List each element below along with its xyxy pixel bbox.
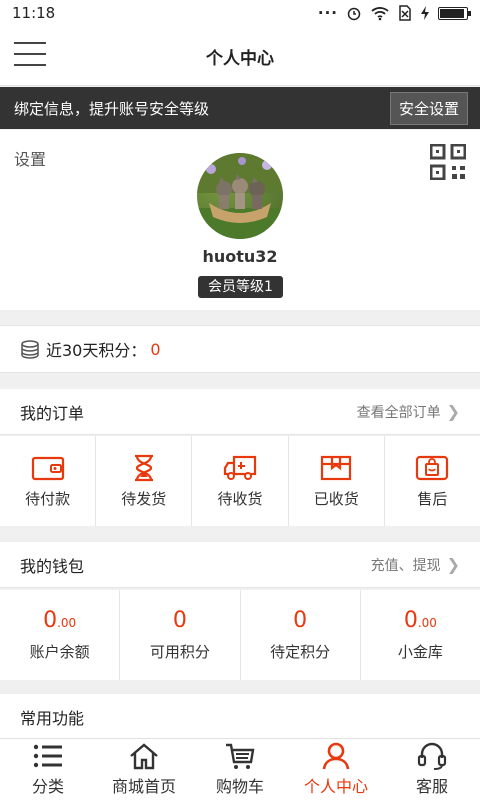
page-title: 个人中心 [206,49,274,69]
wallet-icon [31,456,64,480]
nav-cart[interactable]: 购物车 [192,739,288,800]
battery-icon [438,6,471,20]
list-icon [33,744,62,768]
person-icon [322,742,350,770]
bottom-nav: 分类 商城首页 购物车 个人中心 客服 [0,738,480,800]
recharge-withdraw-link[interactable]: 充值、提现 ❯ [371,555,460,575]
common-functions-title: 常用功能 [20,709,85,728]
order-after-sales[interactable]: 售后 [385,436,480,526]
security-settings-button[interactable]: 安全设置 [389,91,468,125]
orders-header: 我的订单 查看全部订单 ❯ [0,389,480,435]
nav-label: 购物车 [215,777,264,796]
wallet-pending-points[interactable]: 0 待定积分 [241,590,361,680]
coins-icon [21,340,39,359]
wallet-grid: 0.00 账户余额 0 可用积分 0 待定积分 0.00 小金库 [0,590,480,680]
settings-link[interactable]: 设置 [14,146,46,170]
nav-label: 商城首页 [111,777,176,796]
wallet-value: 0 [293,608,308,633]
status-time: 11:18 [12,4,56,22]
hourglass-icon [134,454,153,481]
nav-home[interactable]: 商城首页 [96,739,192,800]
orders-title: 我的订单 [20,403,85,423]
common-functions-header: 常用功能 [0,694,480,740]
order-status-label: 待收货 [217,489,263,508]
order-status-grid: 待付款 待发货 待收货 已收货 售后 [0,436,480,526]
security-banner-text: 绑定信息，提升账号安全等级 [14,99,210,118]
points-row[interactable]: 近30天积分： 0 [0,325,480,373]
points-label: 近30天积分： [46,341,147,360]
nav-label: 个人中心 [303,777,368,796]
points-value: 0 [150,339,161,359]
wallet-value: 0.00 [43,608,77,633]
wallet-label: 小金库 [397,643,443,661]
order-pending-shipment[interactable]: 待发货 [96,436,193,526]
alarm-icon [347,7,361,21]
member-level-badge: 会员等级1 [198,276,283,298]
order-status-label: 待付款 [25,489,71,508]
wallet-header: 我的钱包 充值、提现 ❯ [0,542,480,588]
order-pending-receipt[interactable]: 待收货 [192,436,289,526]
wallet-label: 待定积分 [270,643,331,661]
order-status-label: 已收货 [313,489,359,508]
nav-label: 分类 [31,777,64,796]
wallet-value: 0.00 [403,608,437,633]
wallet-value: 0 [172,608,187,633]
app-header: 个人中心 [0,26,480,86]
recharge-withdraw-label: 充值、提现 [370,557,441,574]
order-received[interactable]: 已收货 [289,436,385,526]
bag-icon [416,455,449,480]
home-icon [130,743,158,770]
order-pending-payment[interactable]: 待付款 [0,436,97,526]
wallet-balance[interactable]: 0.00 账户余额 [0,590,121,680]
nav-personal-center[interactable]: 个人中心 [288,739,384,800]
qr-code-icon[interactable] [430,144,466,180]
no-sim-icon [399,5,411,21]
headset-icon [417,742,447,770]
wifi-icon [371,7,389,21]
profile-card: 设置 huotu32 会员等级1 [0,130,480,310]
wallet-label: 可用积分 [149,643,210,661]
notification-dots: ··· [317,4,338,22]
nav-customer-service[interactable]: 客服 [384,739,480,800]
view-all-orders-link[interactable]: 查看全部订单 ❯ [357,402,460,422]
charging-icon [421,6,429,20]
cart-icon [226,743,255,769]
chevron-right-icon: ❯ [446,402,460,421]
status-icons: ··· [317,4,471,22]
wallet-label: 账户余额 [29,643,90,661]
nav-label: 客服 [415,777,448,796]
wallet-available-points[interactable]: 0 可用积分 [120,590,241,680]
nav-category[interactable]: 分类 [0,739,96,800]
view-all-orders-label: 查看全部订单 [356,404,441,421]
security-banner: 绑定信息，提升账号安全等级 安全设置 [0,87,480,129]
box-icon [321,455,352,480]
chevron-right-icon: ❯ [446,555,460,574]
wallet-title: 我的钱包 [20,556,85,576]
order-status-label: 售后 [417,489,448,508]
order-status-label: 待发货 [121,489,167,508]
username: huotu32 [202,247,278,266]
status-bar: 11:18 ··· [0,0,480,26]
truck-icon [223,455,257,480]
avatar[interactable] [197,153,283,239]
wallet-small-vault[interactable]: 0.00 小金库 [361,590,480,680]
